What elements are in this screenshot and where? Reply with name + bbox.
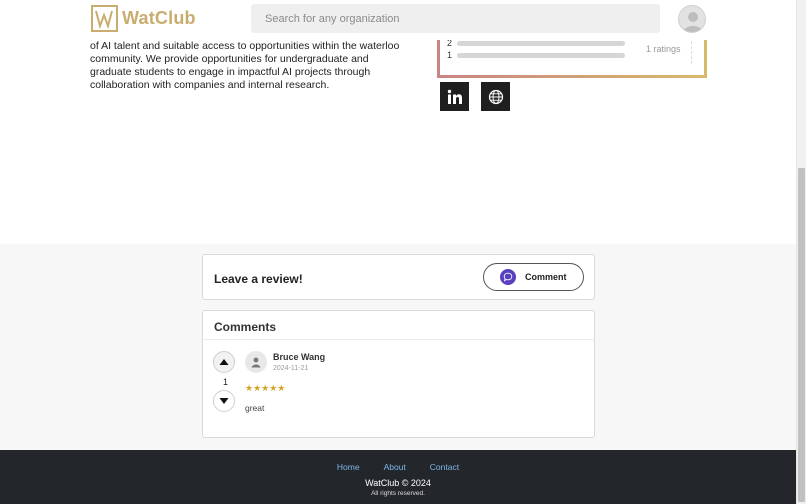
globe-icon	[488, 89, 503, 104]
comments-title: Comments	[214, 320, 277, 334]
comment-author: Bruce Wang	[273, 352, 326, 362]
caret-down-icon	[219, 398, 229, 404]
comments-card: Comments 1 Bruce Wang 2024-11-21 ★★★★★ g…	[202, 310, 595, 438]
vote-count: 1	[223, 377, 229, 387]
leave-review-title: Leave a review!	[214, 272, 303, 286]
comments-divider	[203, 339, 594, 340]
comment-button[interactable]: Comment	[483, 263, 584, 291]
club-description: of AI talent and suitable access to oppo…	[90, 40, 400, 91]
footer-link-about[interactable]: About	[384, 462, 406, 472]
comment-text: great	[245, 403, 265, 413]
logo-mark-icon	[91, 5, 118, 32]
rating-bar	[457, 52, 625, 58]
leave-review-card: Leave a review! Comment	[202, 254, 595, 300]
commenter-avatar-icon	[245, 351, 267, 373]
footer-copyright: WatClub © 2024	[365, 478, 431, 488]
scrollbar-thumb[interactable]	[798, 168, 805, 502]
footer-rights: All rights reserved.	[371, 490, 425, 497]
footer-link-contact[interactable]: Contact	[430, 462, 459, 472]
rating-row: 1	[447, 50, 625, 60]
linkedin-button[interactable]	[440, 82, 469, 111]
footer: Home About Contact WatClub © 2024 All ri…	[0, 450, 796, 504]
logo-text: WatClub	[122, 8, 196, 28]
logo[interactable]: WatClub	[91, 5, 196, 32]
upvote-button[interactable]	[213, 351, 235, 373]
rating-row-label: 1	[447, 50, 453, 60]
rating-summary: 2 1 1 ratings	[437, 36, 707, 78]
caret-up-icon	[219, 359, 229, 365]
reviews-section: Leave a review! Comment Comments 1 Bruce…	[0, 244, 796, 450]
comment-date: 2024-11-21	[273, 365, 309, 372]
page-scrollbar[interactable]	[796, 0, 806, 504]
website-button[interactable]	[481, 82, 510, 111]
top-header: WatClub	[0, 0, 796, 40]
ratings-count: 1 ratings	[646, 44, 681, 54]
search-input[interactable]	[251, 4, 660, 33]
footer-links: Home About Contact	[0, 462, 796, 472]
user-avatar-icon[interactable]	[678, 5, 706, 33]
linkedin-icon	[447, 89, 462, 104]
footer-link-home[interactable]: Home	[337, 462, 360, 472]
chat-bubble-icon	[500, 269, 516, 285]
rating-bar	[457, 40, 625, 46]
comment-button-label: Comment	[525, 272, 567, 282]
comment-stars: ★★★★★	[245, 383, 286, 393]
downvote-button[interactable]	[213, 390, 235, 412]
